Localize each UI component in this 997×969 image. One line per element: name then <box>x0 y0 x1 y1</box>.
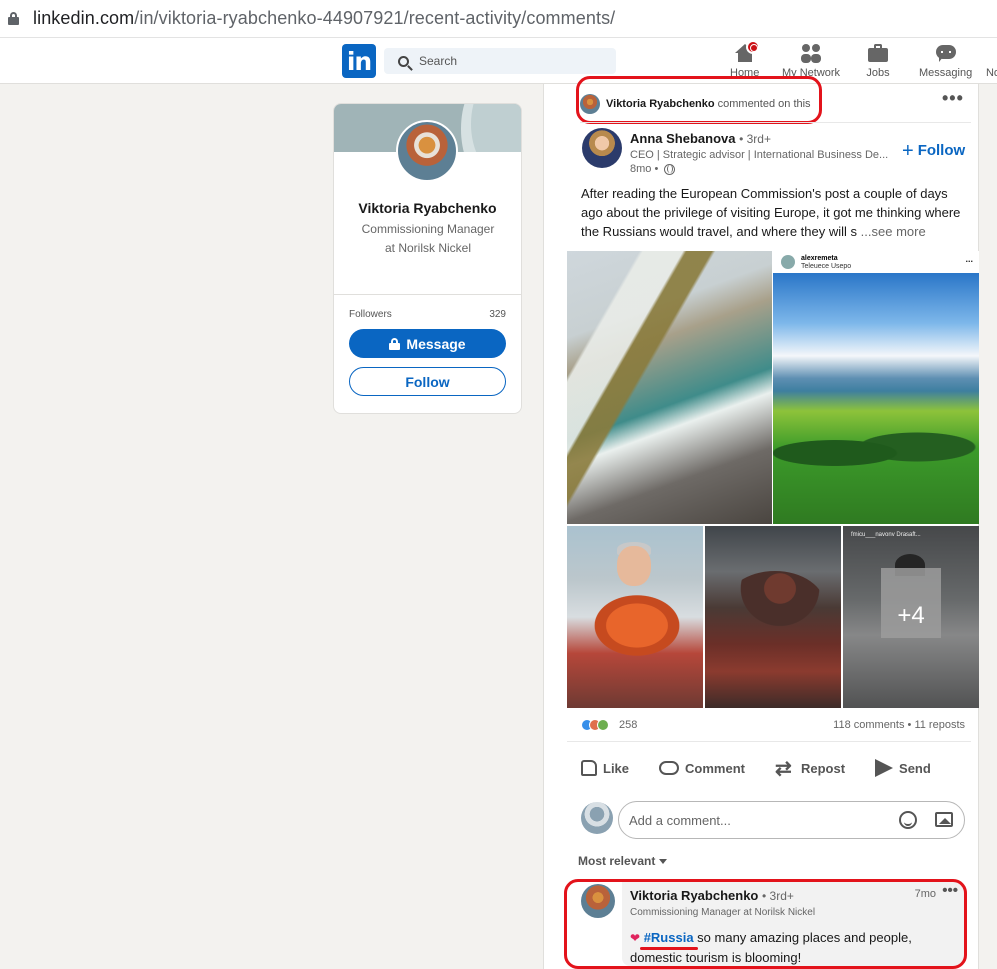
message-button-label: Message <box>406 335 466 352</box>
plus-icon: + <box>902 139 914 162</box>
profile-name[interactable]: Viktoria Ryabchenko <box>334 200 521 216</box>
current-user-avatar[interactable] <box>581 802 613 834</box>
celebrate-reaction-icon <box>597 719 609 731</box>
post-actions: Like Comment Repost Send <box>581 752 971 784</box>
author-headline: CEO | Strategic advisor | International … <box>630 149 889 161</box>
follow-author-button[interactable]: + Follow <box>902 139 966 162</box>
globe-icon <box>664 163 676 175</box>
notification-badge <box>745 40 760 54</box>
nav-jobs[interactable]: Jobs <box>866 42 890 82</box>
post-image-volcano[interactable] <box>705 526 841 708</box>
comment-icon <box>659 761 680 775</box>
comment-placeholder: Add a comment... <box>629 812 731 828</box>
repost-button[interactable]: Repost <box>775 756 845 781</box>
send-button[interactable]: Send <box>875 759 931 777</box>
more-images-count: +4 <box>897 602 925 629</box>
highlight-annotation <box>576 76 822 124</box>
profile-card: Viktoria Ryabchenko Commissioning Manage… <box>333 103 522 414</box>
nav-messaging[interactable]: Messaging <box>919 42 972 82</box>
briefcase-icon <box>866 42 890 64</box>
thumbs-up-icon <box>581 760 597 776</box>
follow-label: Follow <box>917 142 966 159</box>
post-options-button[interactable]: ••• <box>942 88 964 109</box>
profile-headline: Commissioning Manager at Norilsk Nickel <box>361 222 495 255</box>
like-button[interactable]: Like <box>581 760 629 776</box>
image-icon[interactable] <box>935 812 953 827</box>
followers-label: Followers <box>349 309 392 320</box>
comment-button[interactable]: Comment <box>659 761 745 776</box>
see-more-link[interactable]: ...see more <box>861 224 926 239</box>
bell-icon <box>981 42 997 64</box>
search-input[interactable]: Search <box>384 48 616 74</box>
divider <box>580 122 971 123</box>
nav-jobs-label: Jobs <box>866 67 890 79</box>
message-button[interactable]: Message <box>349 329 506 358</box>
comments-reposts-count[interactable]: 118 comments • 11 reposts <box>833 719 965 731</box>
comment-input[interactable]: Add a comment... <box>618 801 965 839</box>
top-navigation: in Search Home My Network Jobs Messaging… <box>0 38 997 84</box>
embedded-avatar <box>781 255 795 269</box>
reaction-icons[interactable] <box>581 719 609 731</box>
nav-notifications-label: No <box>985 67 997 79</box>
send-icon <box>875 759 894 777</box>
url-text[interactable]: linkedin.com/in/viktoria-ryabchenko-4490… <box>33 8 615 29</box>
author-name[interactable]: Anna Shebanova • 3rd+ <box>630 131 771 146</box>
highlight-annotation <box>564 879 967 969</box>
divider <box>567 741 971 742</box>
author-avatar[interactable] <box>582 128 622 168</box>
post-image-crab[interactable] <box>567 526 703 708</box>
caret-down-icon <box>659 858 668 864</box>
post-image-more[interactable]: fmicu___navonv Drasaft... +4 <box>843 526 979 708</box>
post-text: After reading the European Commission's … <box>581 186 961 239</box>
lock-icon <box>8 12 19 25</box>
embedded-username: alexremeta <box>801 254 838 262</box>
nav-notifications[interactable]: No <box>981 42 997 82</box>
emoji-icon[interactable] <box>899 811 917 829</box>
post-image-coastline[interactable] <box>567 251 772 524</box>
nav-messaging-label: Messaging <box>919 67 973 79</box>
profile-avatar[interactable] <box>396 120 458 182</box>
embedded-post-header: alexremeta Teleuece Usepo ... <box>773 251 979 273</box>
divider <box>334 294 521 295</box>
embedded-subtitle: Teleuece Usepo <box>801 262 852 270</box>
author-degree: • 3rd+ <box>739 132 771 146</box>
image-caption: fmicu___navonv Drasaft... <box>851 532 921 538</box>
search-placeholder: Search <box>419 54 458 68</box>
activity-feed-card: Viktoria Ryabchenko commented on this ••… <box>543 76 979 969</box>
browser-address-bar[interactable]: linkedin.com/in/viktoria-ryabchenko-4490… <box>0 0 997 38</box>
profile-follow-button[interactable]: Follow <box>349 367 506 396</box>
lock-icon <box>389 337 401 350</box>
repost-icon <box>775 756 795 781</box>
home-icon <box>733 40 760 64</box>
messaging-icon <box>934 42 958 64</box>
social-counts: 258 118 comments • 11 reposts <box>581 717 965 733</box>
post-image-mountains[interactable]: alexremeta Teleuece Usepo ... <box>773 251 979 524</box>
network-icon <box>799 42 823 64</box>
comment-sort-dropdown[interactable]: Most relevant <box>578 854 668 868</box>
post-timestamp: 8mo • <box>630 163 676 175</box>
search-icon <box>398 55 409 67</box>
linkedin-logo[interactable]: in <box>342 44 376 78</box>
reactions-count[interactable]: 258 <box>619 719 637 731</box>
embedded-more-icon: ... <box>965 254 973 264</box>
followers-count: 329 <box>489 309 506 320</box>
